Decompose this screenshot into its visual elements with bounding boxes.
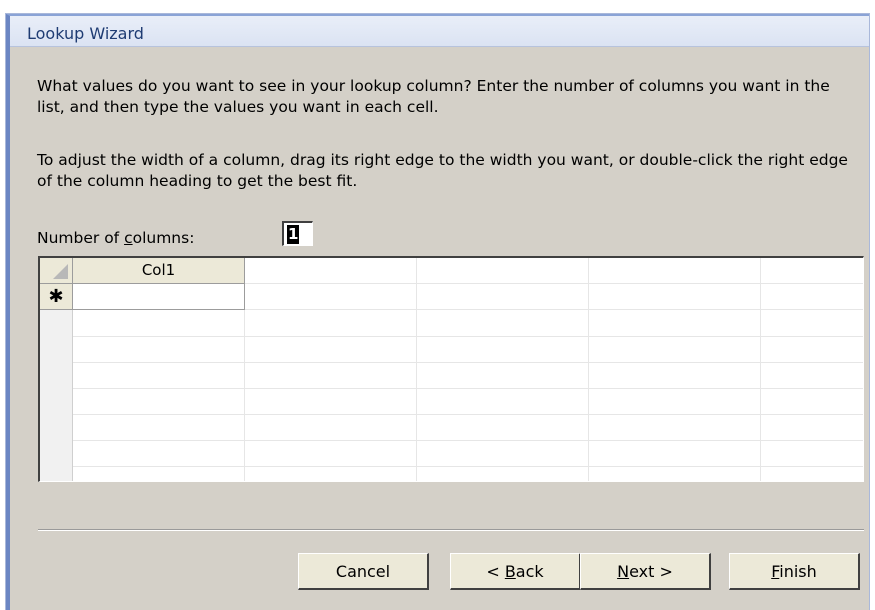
number-of-columns-value: 1	[287, 225, 300, 244]
row-selector-column[interactable]	[40, 310, 73, 481]
grid-col-line	[760, 258, 761, 481]
grid-row-line	[245, 283, 863, 284]
title-bar[interactable]: Lookup Wizard	[10, 16, 869, 47]
number-of-columns-input[interactable]: 1	[282, 221, 313, 246]
grid-col-line	[416, 258, 417, 481]
finish-button[interactable]: Finish	[729, 553, 860, 590]
grid-cell-new-row-col1[interactable]	[73, 284, 245, 310]
cancel-button[interactable]: Cancel	[298, 553, 429, 590]
select-all-corner[interactable]	[40, 258, 73, 284]
grid-row-line	[73, 336, 863, 337]
grid-row-line	[73, 440, 863, 441]
grid-row-line	[73, 362, 863, 363]
next-button[interactable]: Next >	[580, 553, 711, 590]
back-button[interactable]: < Back	[450, 553, 581, 590]
instruction-text-2: To adjust the width of a column, drag it…	[37, 151, 848, 190]
column-header-col1[interactable]: Col1	[73, 258, 245, 284]
grid-row-line	[73, 388, 863, 389]
button-separator	[38, 529, 864, 531]
new-record-asterisk-icon: ✱	[40, 284, 73, 310]
lookup-wizard-dialog: Lookup Wizard What values do you want to…	[6, 14, 869, 610]
window-title: Lookup Wizard	[27, 24, 144, 43]
instruction-text-1: What values do you want to see in your l…	[37, 77, 830, 116]
number-of-columns-label: Number of columns:	[37, 229, 195, 247]
lookup-values-grid[interactable]: Col1 ✱	[38, 256, 864, 482]
select-all-triangle-icon	[53, 264, 68, 279]
grid-row-line	[245, 309, 863, 310]
grid-col-line	[588, 258, 589, 481]
grid-row-line	[73, 414, 863, 415]
grid-row-line	[73, 466, 863, 467]
